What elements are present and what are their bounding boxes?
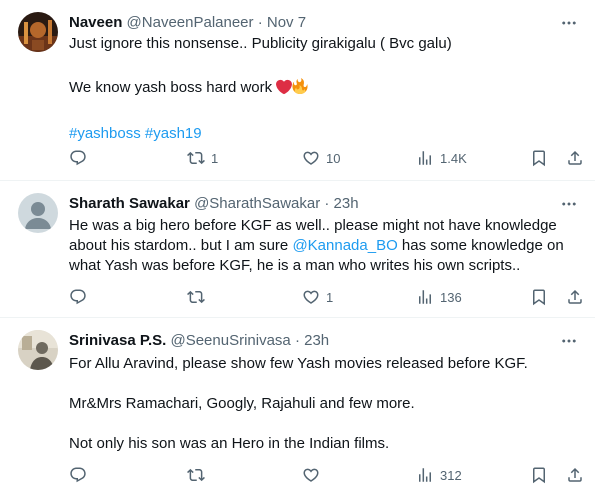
tweet-header: Naveen @NaveenPalaneer · Nov 7 xyxy=(69,13,579,33)
tweet-text-line: Not only his son was an Hero in the Indi… xyxy=(69,435,390,452)
tweet-actions: 312 xyxy=(69,465,579,485)
reply-icon xyxy=(69,466,87,484)
views-chart-icon xyxy=(416,149,434,167)
avatar-image xyxy=(18,330,58,370)
reply-button[interactable] xyxy=(69,465,87,485)
views-chart-icon xyxy=(416,288,434,306)
bookmark-icon xyxy=(530,466,548,484)
like-count: 1 xyxy=(326,289,334,305)
separator-dot: · xyxy=(324,195,330,212)
bookmark-icon xyxy=(530,149,548,167)
more-icon[interactable] xyxy=(559,194,579,214)
timestamp[interactable]: 23h xyxy=(304,332,329,349)
author-name[interactable]: Naveen xyxy=(69,14,122,31)
tweet-text-line-content: We know yash boss hard work xyxy=(69,79,273,96)
reply-icon xyxy=(69,149,87,167)
bookmark-button[interactable] xyxy=(530,287,548,307)
avatar[interactable] xyxy=(18,193,58,233)
more-icon[interactable] xyxy=(559,13,579,33)
default-avatar-image xyxy=(18,193,58,233)
retweet-button[interactable] xyxy=(187,287,211,307)
reply-button[interactable] xyxy=(69,148,87,168)
retweet-icon xyxy=(187,466,205,484)
retweet-icon xyxy=(187,288,205,306)
retweet-count: 1 xyxy=(211,150,219,166)
heart-icon xyxy=(302,466,320,484)
bookmark-button[interactable] xyxy=(530,465,548,485)
share-button[interactable] xyxy=(566,287,584,307)
timestamp[interactable]: 23h xyxy=(334,195,359,212)
avatar[interactable] xyxy=(18,330,58,370)
share-button[interactable] xyxy=(566,465,584,485)
author-handle[interactable]: @NaveenPalaneer xyxy=(127,14,254,31)
tweet-header: Srinivasa P.S. @SeenuSrinivasa · 23h xyxy=(69,331,579,351)
heart-icon xyxy=(302,149,320,167)
avatar[interactable] xyxy=(18,12,58,52)
like-button[interactable] xyxy=(302,465,326,485)
tweet-text: Just ignore this nonsense.. Publicity gi… xyxy=(69,34,579,144)
more-icon[interactable] xyxy=(559,331,579,351)
views-button[interactable]: 1.4K xyxy=(416,148,467,168)
author-handle[interactable]: @SharathSawakar xyxy=(194,195,320,212)
bookmark-icon xyxy=(530,288,548,306)
separator-dot: · xyxy=(257,14,263,31)
retweet-icon xyxy=(187,149,205,167)
tweet-text: For Allu Aravind, please show few Yash m… xyxy=(69,354,579,454)
reply-icon xyxy=(69,288,87,306)
author-name[interactable]: Sharath Sawakar xyxy=(69,195,190,212)
timestamp[interactable]: Nov 7 xyxy=(267,14,306,31)
tweet-text-line: Just ignore this nonsense.. Publicity gi… xyxy=(69,35,452,52)
views-button[interactable]: 312 xyxy=(416,465,462,485)
tweet-text: He was a big hero before KGF as well.. p… xyxy=(69,216,579,276)
view-count: 312 xyxy=(440,467,462,483)
share-icon xyxy=(566,149,584,167)
tweet-header: Sharath Sawakar @SharathSawakar · 23h xyxy=(69,194,579,214)
avatar-image xyxy=(18,12,58,52)
red-heart-emoji xyxy=(276,79,293,101)
separator-dot: · xyxy=(294,332,300,349)
view-count: 136 xyxy=(440,289,462,305)
like-button[interactable]: 10 xyxy=(302,148,340,168)
fire-emoji xyxy=(292,77,308,101)
heart-icon xyxy=(302,288,320,306)
tweet-text-line: For Allu Aravind, please show few Yash m… xyxy=(69,355,528,372)
author-name[interactable]: Srinivasa P.S. xyxy=(69,332,166,349)
retweet-button[interactable]: 1 xyxy=(187,148,218,168)
share-button[interactable] xyxy=(566,148,584,168)
bookmark-button[interactable] xyxy=(530,148,548,168)
retweet-button[interactable] xyxy=(187,465,211,485)
mention-link[interactable]: @Kannada_BO xyxy=(292,237,397,254)
views-button[interactable]: 136 xyxy=(416,287,462,307)
view-count: 1.4K xyxy=(440,150,467,166)
tweet-srinivasa[interactable]: Srinivasa P.S. @SeenuSrinivasa · 23h For… xyxy=(0,318,595,496)
tweet-actions: 1 136 xyxy=(69,287,579,307)
share-icon xyxy=(566,288,584,306)
like-count: 10 xyxy=(326,150,341,166)
tweet-text-line: Mr&Mrs Ramachari, Googly, Rajahuli and f… xyxy=(69,395,415,412)
hashtags[interactable]: #yashboss #yash19 xyxy=(69,124,579,144)
reply-button[interactable] xyxy=(69,287,87,307)
share-icon xyxy=(566,466,584,484)
tweet-sharath[interactable]: Sharath Sawakar @SharathSawakar · 23h He… xyxy=(0,181,595,318)
author-handle[interactable]: @SeenuSrinivasa xyxy=(170,332,290,349)
like-button[interactable]: 1 xyxy=(302,287,333,307)
tweet-actions: 1 10 1.4K xyxy=(69,148,579,168)
views-chart-icon xyxy=(416,466,434,484)
tweet-text-line: We know yash boss hard work xyxy=(69,77,579,101)
tweet-naveen[interactable]: Naveen @NaveenPalaneer · Nov 7 Just igno… xyxy=(0,0,595,181)
